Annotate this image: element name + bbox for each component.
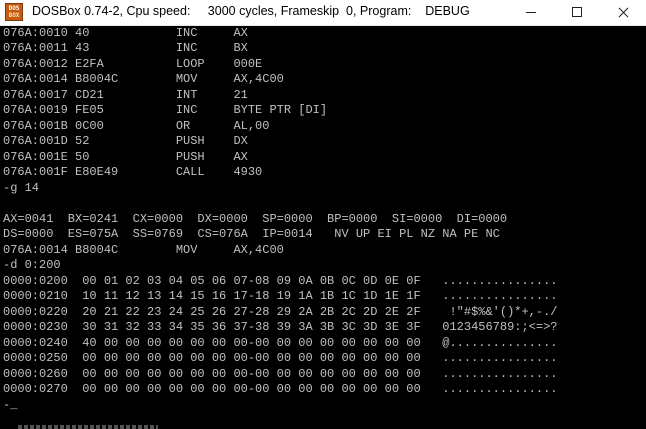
console-area[interactable]: 076A:0010 40 INC AX 076A:0011 43 INC BX …	[0, 26, 646, 429]
console-line: 076A:001D 52 PUSH DX	[3, 134, 248, 148]
console-line: 076A:0017 CD21 INT 21	[3, 88, 248, 102]
memory-dump-line: 0000:0270 00 00 00 00 00 00 00 00-00 00 …	[3, 382, 558, 396]
maximize-button[interactable]	[554, 0, 600, 25]
minimize-button[interactable]	[508, 0, 554, 25]
console-line: 076A:0014 B8004C MOV AX,4C00	[3, 243, 284, 257]
title-bar[interactable]: DOS BOX DOSBox 0.74-2, Cpu speed: 3000 c…	[0, 0, 646, 26]
dosbox-window: DOS BOX DOSBox 0.74-2, Cpu speed: 3000 c…	[0, 0, 646, 429]
memory-dump-line: 0000:0220 20 21 22 23 24 25 26 27-28 29 …	[3, 305, 558, 319]
console-command-line: -d 0:200	[3, 258, 61, 272]
console-line: 076A:0019 FE05 INC BYTE PTR [DI]	[3, 103, 328, 117]
command-prompt[interactable]: -_	[3, 398, 17, 412]
memory-dump-line: 0000:0250 00 00 00 00 00 00 00 00-00 00 …	[3, 351, 558, 365]
console-line: 076A:0011 43 INC BX	[3, 41, 248, 55]
console-line: 076A:0012 E2FA LOOP 000E	[3, 57, 263, 71]
console-command-line: -g 14	[3, 181, 40, 195]
dosbox-app-icon[interactable]: DOS BOX	[5, 3, 23, 21]
console-line: 076A:001E 50 PUSH AX	[3, 150, 248, 164]
console-line: 076A:001F E80E49 CALL 4930	[3, 165, 263, 179]
memory-dump-line: 0000:0230 30 31 32 33 34 35 36 37-38 39 …	[3, 320, 558, 334]
console-line: 076A:001B 0C00 OR AL,00	[3, 119, 270, 133]
memory-dump-line: 0000:0210 10 11 12 13 14 15 16 17-18 19 …	[3, 289, 558, 303]
memory-dump-line: 0000:0240 40 00 00 00 00 00 00 00-00 00 …	[3, 336, 558, 350]
memory-dump-line: 0000:0260 00 00 00 00 00 00 00 00-00 00 …	[3, 367, 558, 381]
app-icon-bottom-label: BOX	[8, 12, 20, 19]
memory-dump-line: 0000:0200 00 01 02 03 04 05 06 07-08 09 …	[3, 274, 558, 288]
register-line: DS=0000 ES=075A SS=0769 CS=076A IP=0014 …	[3, 227, 500, 241]
register-line: AX=0041 BX=0241 CX=0000 DX=0000 SP=0000 …	[3, 212, 508, 226]
app-icon-top-label: DOS	[8, 5, 20, 12]
window-title: DOSBox 0.74-2, Cpu speed: 3000 cycles, F…	[32, 4, 470, 18]
close-button[interactable]	[600, 0, 646, 25]
background-text-strip	[18, 425, 158, 429]
console-line: 076A:0014 B8004C MOV AX,4C00	[3, 72, 284, 86]
console-line: 076A:0010 40 INC AX	[3, 26, 248, 40]
